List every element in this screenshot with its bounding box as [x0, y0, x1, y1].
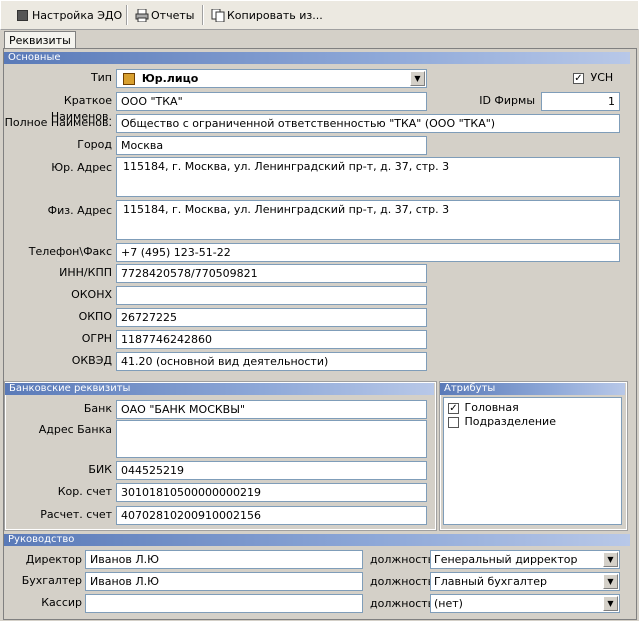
- toolbar-separator: [126, 5, 128, 25]
- copy-from-label: Копировать из...: [227, 8, 323, 22]
- attribute-division-label: Подразделение: [464, 415, 556, 428]
- phone-input[interactable]: +7 (495) 123-51-22: [116, 243, 620, 262]
- type-value: Юр.лицо: [141, 72, 199, 85]
- okonh-label: ОКОНХ: [71, 288, 112, 301]
- short-name-input[interactable]: ООО "ТКА": [116, 92, 427, 111]
- director-position-value: Генеральный дирректор: [434, 553, 578, 566]
- type-label: Тип: [90, 71, 112, 84]
- legal-address-label: Юр. Адрес: [51, 161, 112, 174]
- chevron-down-icon[interactable]: ▼: [603, 596, 618, 611]
- chevron-down-icon[interactable]: ▼: [603, 552, 618, 567]
- settings-icon: [17, 9, 28, 21]
- director-position-select[interactable]: Генеральный дирректор ▼: [430, 550, 620, 569]
- corr-account-input[interactable]: 30101810500000000219: [116, 483, 427, 502]
- full-name-label: Полное Наименов.: [4, 116, 112, 129]
- attributes-section-header: Атрибуты: [440, 383, 625, 395]
- accountant-position-select[interactable]: Главный бухгалтер ▼: [430, 572, 620, 591]
- corr-account-label: Кор. счет: [57, 485, 112, 498]
- edo-settings-label: Настройка ЭДО: [32, 8, 123, 22]
- attribute-head[interactable]: ✓ Головная: [448, 401, 519, 414]
- accountant-input[interactable]: Иванов Л.Ю: [85, 572, 363, 591]
- building-icon: [123, 73, 135, 85]
- okonh-input[interactable]: [116, 286, 427, 305]
- ogrn-input[interactable]: 1187746242860: [116, 330, 427, 349]
- usn-check[interactable]: ✓: [573, 72, 584, 84]
- cashier-label: Кассир: [41, 596, 82, 609]
- attribute-division-check[interactable]: [448, 416, 459, 428]
- attributes-list: ✓ Головная Подразделение: [443, 397, 622, 525]
- bik-input[interactable]: 044525219: [116, 461, 427, 480]
- cashier-position-select[interactable]: (нет) ▼: [430, 594, 620, 613]
- settlement-account-input[interactable]: 40702810200910002156: [116, 506, 427, 525]
- accountant-label: Бухгалтер: [21, 574, 82, 587]
- attribute-division[interactable]: Подразделение: [448, 415, 556, 428]
- chevron-down-icon[interactable]: ▼: [603, 574, 618, 589]
- management-section-header: Руководство: [4, 534, 630, 546]
- bank-address-input[interactable]: [116, 420, 427, 458]
- copy-from-button[interactable]: Копировать из...: [211, 6, 323, 24]
- toolbar-separator: [202, 5, 204, 25]
- legal-address-input[interactable]: 115184, г. Москва, ул. Ленинградский пр-…: [116, 157, 620, 197]
- main-section-header: Основные: [4, 52, 630, 64]
- usn-label: УСН: [590, 71, 614, 84]
- reports-button[interactable]: Отчеты: [135, 6, 194, 24]
- ogrn-label: ОГРН: [81, 332, 112, 345]
- director-position-label: должность: [370, 553, 435, 566]
- firm-id-label: ID Фирмы: [479, 94, 535, 107]
- director-input[interactable]: Иванов Л.Ю: [85, 550, 363, 569]
- inn-label: ИНН/КПП: [59, 266, 112, 279]
- okved-input[interactable]: 41.20 (основной вид деятельности): [116, 352, 427, 371]
- edo-settings-button[interactable]: Настройка ЭДО: [17, 6, 122, 24]
- toolbar: Настройка ЭДО Отчеты Копировать из...: [0, 0, 639, 30]
- city-label: Город: [77, 138, 112, 151]
- director-label: Директор: [25, 553, 82, 566]
- attribute-head-label: Головная: [464, 401, 519, 414]
- city-input[interactable]: Москва: [116, 136, 427, 155]
- okpo-input[interactable]: 26727225: [116, 308, 427, 327]
- phys-address-input[interactable]: 115184, г. Москва, ул. Ленинградский пр-…: [116, 200, 620, 240]
- phys-address-label: Физ. Адрес: [47, 204, 112, 217]
- printer-icon: [135, 8, 149, 23]
- bank-input[interactable]: ОАО "БАНК МОСКВЫ": [116, 400, 427, 419]
- chevron-down-icon[interactable]: ▼: [410, 71, 425, 86]
- attribute-head-check[interactable]: ✓: [448, 402, 459, 414]
- phone-label: Телефон\Факс: [28, 245, 112, 258]
- bank-address-label: Адрес Банка: [38, 423, 112, 436]
- bank-section-header: Банковские реквизиты: [5, 383, 434, 395]
- type-select[interactable]: Юр.лицо ▼: [116, 69, 427, 88]
- inn-input[interactable]: 7728420578/770509821: [116, 264, 427, 283]
- usn-checkbox[interactable]: ✓ УСН: [573, 71, 613, 84]
- bik-label: БИК: [88, 463, 112, 476]
- cashier-position-value: (нет): [434, 597, 463, 610]
- firm-id-input[interactable]: 1: [541, 92, 620, 111]
- accountant-position-label: должность: [370, 575, 435, 588]
- copy-icon: [211, 8, 225, 23]
- settlement-account-label: Расчет. счет: [40, 508, 112, 521]
- okved-label: ОКВЭД: [71, 354, 112, 367]
- cashier-position-label: должность: [370, 597, 435, 610]
- cashier-input[interactable]: [85, 594, 363, 613]
- reports-label: Отчеты: [151, 8, 195, 22]
- full-name-input[interactable]: Общество с ограниченной ответственностью…: [116, 114, 620, 133]
- okpo-label: ОКПО: [78, 310, 112, 323]
- accountant-position-value: Главный бухгалтер: [434, 575, 547, 588]
- bank-label: Банк: [83, 402, 112, 415]
